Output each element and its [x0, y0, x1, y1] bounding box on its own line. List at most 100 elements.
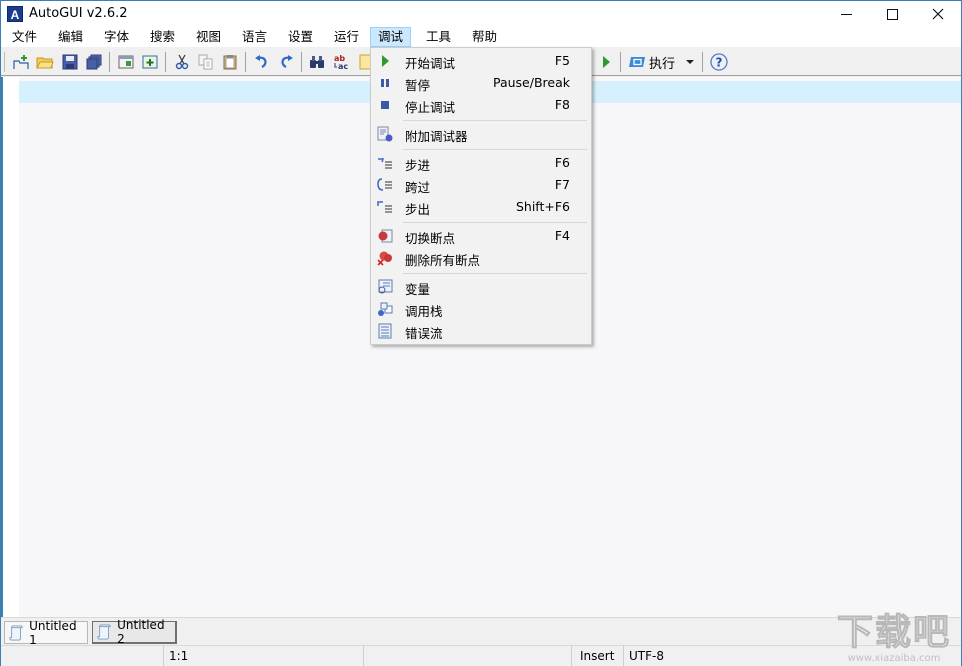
menu-run[interactable]: 运行	[327, 27, 366, 47]
new-file-icon	[13, 55, 29, 69]
save-all-button[interactable]	[84, 52, 104, 72]
status-separator	[363, 646, 364, 666]
play-icon	[377, 53, 393, 69]
menu-item-call-stack[interactable]: 调用栈	[373, 298, 589, 320]
call-stack-icon	[377, 301, 393, 317]
line-gutter[interactable]	[1, 77, 19, 617]
menu-item-toggle-breakpoint[interactable]: 切换断点 F4	[373, 225, 589, 247]
toggle-breakpoint-icon	[377, 228, 393, 244]
toolbar-separator	[620, 52, 621, 72]
menu-edit[interactable]: 编辑	[51, 27, 90, 47]
toolbar-grip[interactable]	[4, 52, 5, 72]
step-out-icon	[377, 199, 393, 215]
open-button[interactable]	[35, 52, 55, 72]
copy-icon	[198, 54, 213, 70]
execute-dropdown-button[interactable]	[685, 53, 695, 71]
menu-file[interactable]: 文件	[5, 27, 44, 47]
menu-item-delete-all-breakpoints[interactable]: 删除所有断点	[373, 247, 589, 269]
status-separator	[163, 646, 164, 666]
title-bar: A AutoGUI v2.6.2	[1, 1, 961, 27]
svg-text:ac: ac	[338, 62, 348, 71]
minimize-button[interactable]	[823, 1, 869, 27]
execute-icon	[629, 57, 645, 67]
paste-button[interactable]	[220, 52, 240, 72]
status-bar: 1:1 Insert UTF-8	[1, 645, 961, 666]
menu-debug[interactable]: 调试	[370, 27, 412, 47]
execute-label[interactable]: 执行	[649, 53, 675, 72]
replace-icon: abac	[334, 54, 348, 71]
menu-separator	[403, 273, 587, 274]
help-icon: ?	[710, 53, 728, 71]
close-button[interactable]	[915, 1, 961, 27]
menu-item-step-out[interactable]: 步出 Shift+F6	[373, 196, 589, 218]
menu-item-step-into[interactable]: 步进 F6	[373, 152, 589, 174]
app-logo-icon: A	[7, 6, 23, 22]
pause-icon	[377, 75, 393, 91]
save-all-icon	[86, 54, 102, 70]
menu-language[interactable]: 语言	[235, 27, 274, 47]
menu-settings[interactable]: 设置	[281, 27, 320, 47]
menu-item-pause[interactable]: 暂停 Pause/Break	[373, 72, 589, 94]
close-icon	[932, 8, 944, 20]
step-into-icon	[377, 155, 393, 171]
toolbar-separator	[301, 52, 302, 72]
tab-label: Untitled 2	[117, 618, 165, 646]
tab-untitled-1[interactable]: Untitled 1	[4, 618, 88, 647]
toolbar-separator	[702, 52, 703, 72]
menu-bar: 文件 编辑 字体 搜索 视图 语言 设置 运行 调试 工具 帮助	[1, 27, 961, 47]
find-button[interactable]	[307, 52, 327, 72]
cut-button[interactable]	[172, 52, 192, 72]
debug-menu-dropdown: 开始调试 F5 暂停 Pause/Break 停止调试 F8 附加调试器 步进 …	[370, 47, 592, 345]
menu-item-error-stream[interactable]: 错误流	[373, 320, 589, 342]
menu-search[interactable]: 搜索	[143, 27, 182, 47]
new-file-button[interactable]	[11, 52, 31, 72]
redo-button[interactable]	[276, 52, 296, 72]
menu-tools[interactable]: 工具	[419, 27, 458, 47]
undo-icon	[255, 55, 267, 68]
copy-button[interactable]	[196, 52, 216, 72]
find-icon	[310, 56, 324, 68]
menu-view[interactable]: 视图	[189, 27, 228, 47]
menu-item-stop-debug[interactable]: 停止调试 F8	[373, 94, 589, 116]
help-button[interactable]: ?	[709, 52, 729, 72]
add-window-icon	[142, 55, 158, 69]
menu-separator	[403, 120, 587, 121]
document-tabs: Untitled 1 Untitled 2	[1, 617, 961, 647]
menu-help[interactable]: 帮助	[465, 27, 504, 47]
window-panel-icon	[118, 55, 134, 69]
maximize-icon	[886, 8, 898, 20]
menu-item-variables[interactable]: 变量	[373, 276, 589, 298]
save-icon	[62, 54, 78, 70]
save-button[interactable]	[60, 52, 80, 72]
toolbar-separator	[245, 52, 246, 72]
execute-button[interactable]	[627, 52, 647, 72]
cursor-position: 1:1	[169, 649, 189, 663]
tab-label: Untitled 1	[29, 618, 77, 647]
document-scroll-icon	[9, 625, 23, 640]
replace-button[interactable]: ab ac	[331, 52, 351, 72]
app-window: A AutoGUI v2.6.2 文件 编辑 字体 搜索 视图 语言 设置 运行…	[0, 0, 962, 666]
menu-separator	[403, 149, 587, 150]
svg-text:?: ?	[716, 56, 723, 70]
run-button[interactable]	[596, 52, 616, 72]
redo-icon	[281, 55, 293, 68]
menu-item-start-debug[interactable]: 开始调试 F5	[373, 50, 589, 72]
chevron-down-icon	[686, 59, 694, 64]
menu-item-attach-debugger[interactable]: 附加调试器	[373, 123, 589, 145]
step-over-icon	[377, 177, 393, 193]
toolbar-separator	[165, 52, 166, 72]
delete-breakpoints-icon	[377, 250, 393, 266]
menu-font[interactable]: 字体	[97, 27, 136, 47]
menu-item-step-over[interactable]: 跨过 F7	[373, 174, 589, 196]
add-window-button[interactable]	[140, 52, 160, 72]
watermark: 下载吧 www.xiazaiba.com	[829, 612, 959, 666]
status-separator	[571, 646, 572, 666]
encoding: UTF-8	[629, 649, 664, 663]
minimize-icon	[840, 13, 852, 15]
stop-icon	[377, 97, 393, 113]
attach-debugger-icon	[377, 126, 393, 142]
undo-button[interactable]	[252, 52, 272, 72]
tab-untitled-2[interactable]: Untitled 2	[92, 618, 177, 646]
window-panel-button[interactable]	[116, 52, 136, 72]
maximize-button[interactable]	[869, 1, 915, 27]
